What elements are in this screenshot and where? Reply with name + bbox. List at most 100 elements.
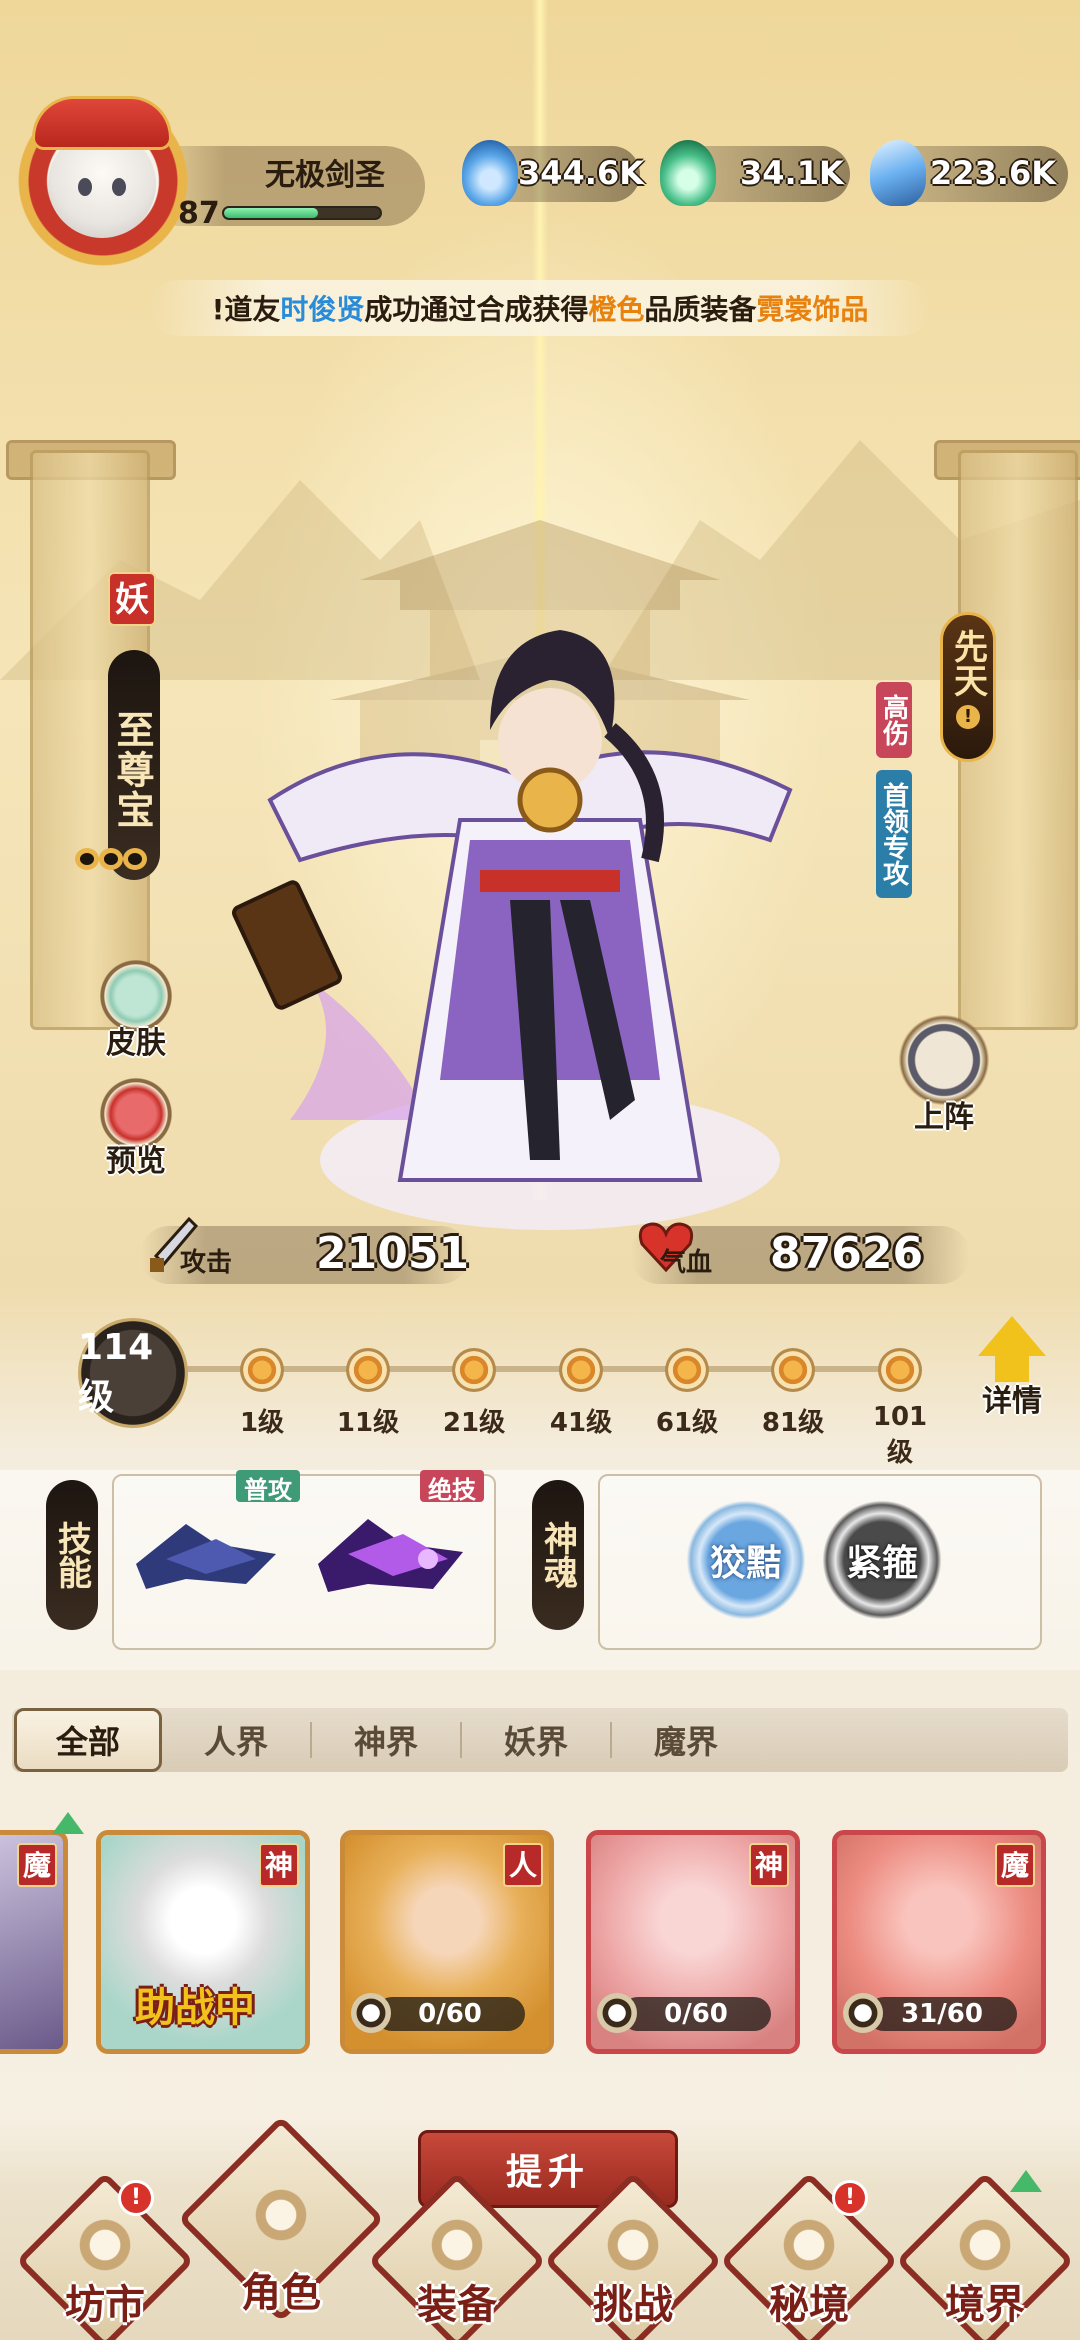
crossed-swords-icon xyxy=(598,2210,668,2280)
character-card[interactable]: 神 助战中 xyxy=(96,1830,310,2054)
player-level: 87 xyxy=(178,196,220,231)
nav-realm[interactable]: 境界 xyxy=(895,2170,1075,2340)
alert-badge-icon: ! xyxy=(118,2180,154,2216)
detail-label: 详情 xyxy=(982,1384,1042,1419)
normal-attack-skill-icon[interactable] xyxy=(126,1504,286,1604)
nav-character[interactable]: 角色 xyxy=(177,2115,385,2323)
nav-secret-realm[interactable]: 秘境 ! xyxy=(719,2171,899,2340)
player-name: 无极剑圣 xyxy=(265,158,385,193)
character-card[interactable]: 神 0/60 xyxy=(586,1830,800,2054)
soul-cunning[interactable]: 狡黠 xyxy=(686,1500,806,1620)
race-tag: 妖 xyxy=(108,572,156,626)
innate-badge[interactable]: 先天 ! xyxy=(940,612,996,762)
level-node-label: 21级 xyxy=(442,1408,506,1438)
tab-devil[interactable]: 魔界 xyxy=(612,1708,760,1772)
attack-stat: 攻击 21051 xyxy=(140,1216,470,1284)
card-race-tag: 人 xyxy=(503,1843,543,1887)
ultimate-tag: 绝技 xyxy=(420,1470,484,1504)
hp-stat: 气血 87626 xyxy=(630,1222,970,1284)
ultimate-skill-icon[interactable] xyxy=(308,1504,468,1604)
resource-1[interactable]: 344.6K xyxy=(462,140,644,206)
ticker-player-name: 时俊贤 xyxy=(280,293,365,326)
nav-equipment[interactable]: 装备 xyxy=(367,2171,547,2340)
level-node[interactable] xyxy=(771,1348,815,1392)
nav-label: 秘境 xyxy=(769,2282,849,2328)
hero-illustration[interactable] xyxy=(230,560,870,1260)
shard-icon xyxy=(843,1993,883,2033)
resource-2[interactable]: 34.1K xyxy=(660,140,850,206)
deploy-label: 上阵 xyxy=(914,1100,974,1135)
level-node[interactable] xyxy=(240,1348,284,1392)
attack-label: 攻击 xyxy=(180,1248,233,1278)
tag-boss-specialist: 首领专攻 xyxy=(876,770,912,898)
level-node[interactable] xyxy=(559,1348,603,1392)
card-race-tag: 神 xyxy=(259,1843,299,1887)
card-shard-progress: 0/60 xyxy=(621,1997,771,2031)
soul-headband[interactable]: 紧箍 xyxy=(822,1500,942,1620)
level-node-label: 11级 xyxy=(336,1408,400,1438)
upgrade-available-icon xyxy=(52,1812,84,1834)
ticker-text: 成功通过合成获得 xyxy=(364,293,589,326)
level-node-label: 61级 xyxy=(655,1408,719,1438)
resource-value: 344.6K xyxy=(518,154,645,192)
nav-label: 角色 xyxy=(241,2270,321,2316)
nav-label: 装备 xyxy=(417,2282,497,2328)
tab-god[interactable]: 神界 xyxy=(312,1708,460,1772)
hero-title: 至尊宝 xyxy=(75,650,160,880)
deploy-button[interactable]: 上阵 xyxy=(888,1010,1000,1140)
character-card[interactable]: 人 0/60 xyxy=(340,1830,554,2054)
upgrade-available-icon xyxy=(1010,2170,1042,2192)
skin-button[interactable]: 皮肤 xyxy=(84,956,188,1066)
tab-all[interactable]: 全部 xyxy=(14,1708,162,1772)
nav-label: 境界 xyxy=(945,2282,1025,2328)
blue-flame-icon xyxy=(462,140,518,206)
level-node[interactable] xyxy=(452,1348,496,1392)
ticker-text: 品质装备 xyxy=(644,293,757,326)
tab-human[interactable]: 人界 xyxy=(162,1708,310,1772)
skin-label: 皮肤 xyxy=(106,1026,166,1061)
resource-3[interactable]: 223.6K xyxy=(870,140,1068,206)
secret-realm-icon xyxy=(774,2210,844,2280)
card-race-tag: 魔 xyxy=(995,1843,1035,1887)
innate-label: 先天 xyxy=(947,629,988,697)
level-node-label: 1级 xyxy=(239,1408,285,1438)
nav-label: 挑战 xyxy=(593,2282,673,2328)
character-icon xyxy=(246,2180,316,2250)
resource-value: 223.6K xyxy=(930,154,1057,192)
preview-button[interactable]: 预览 xyxy=(84,1074,188,1184)
star-rank xyxy=(75,844,147,870)
detail-button[interactable]: 详情 xyxy=(962,1316,1062,1436)
attack-value: 21051 xyxy=(316,1228,470,1279)
nav-challenge[interactable]: 挑战 xyxy=(543,2171,723,2340)
level-node-label: 81级 xyxy=(761,1408,825,1438)
alert-badge-icon: ! xyxy=(832,2180,868,2216)
blue-crystal-icon xyxy=(870,140,926,206)
broadcast-ticker: !道友 时俊贤 成功通过合成获得 橙色 品质装备 霓裳饰品 xyxy=(150,280,930,336)
shard-icon xyxy=(597,1993,637,2033)
nav-label: 坊市 xyxy=(65,2282,145,2328)
level-node-label: 101级 xyxy=(872,1402,928,1468)
hp-label: 气血 xyxy=(660,1248,713,1278)
level-node[interactable] xyxy=(878,1348,922,1392)
ticker-prefix: !道友 xyxy=(211,293,281,326)
card-shard-progress: 0/60 xyxy=(375,1997,525,2031)
level-node[interactable] xyxy=(665,1348,709,1392)
hero-title-text: 至尊宝 xyxy=(110,710,154,830)
equipment-icon xyxy=(422,2210,492,2280)
hp-value: 87626 xyxy=(770,1228,924,1279)
resource-value: 34.1K xyxy=(740,154,844,192)
level-badge: 114级 xyxy=(78,1318,188,1428)
green-flame-icon xyxy=(660,140,716,206)
level-node[interactable] xyxy=(346,1348,390,1392)
nav-market[interactable]: 坊市 ! xyxy=(15,2171,195,2340)
tab-demon[interactable]: 妖界 xyxy=(462,1708,610,1772)
character-card[interactable]: 魔 xyxy=(0,1830,68,2054)
card-race-tag: 魔 xyxy=(17,1843,57,1887)
realm-icon xyxy=(950,2210,1020,2280)
assist-status: 助战中 xyxy=(135,1985,255,2031)
card-race-tag: 神 xyxy=(749,1843,789,1887)
ticker-quality: 橙色 xyxy=(588,293,645,326)
level-node-label: 41级 xyxy=(549,1408,613,1438)
exp-bar-fill xyxy=(224,208,318,218)
character-card[interactable]: 魔 31/60 xyxy=(832,1830,1046,2054)
